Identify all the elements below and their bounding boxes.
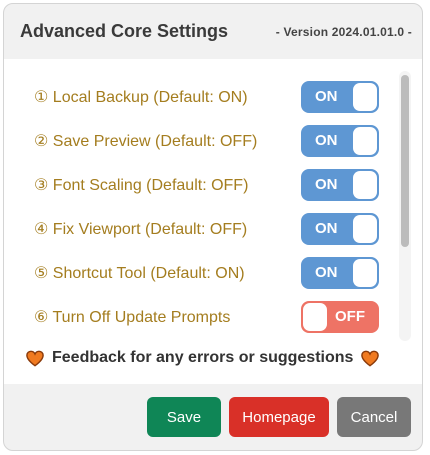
dialog-title: Advanced Core Settings xyxy=(20,21,229,41)
update-prompts-toggle[interactable]: OFF xyxy=(301,301,379,333)
scrollbar-thumb[interactable] xyxy=(401,75,409,247)
setting-label: ⑤ Shortcut Tool (Default: ON) xyxy=(34,265,245,282)
toggle-knob xyxy=(353,215,377,243)
local-backup-toggle[interactable]: ON xyxy=(301,81,379,113)
toggle-state-label: ON xyxy=(315,88,338,105)
setting-label: ⑥ Turn Off Update Prompts xyxy=(34,309,231,326)
toggle-state-label: ON xyxy=(315,264,338,281)
toggle-knob xyxy=(353,259,377,287)
save-button[interactable]: Save xyxy=(147,397,221,437)
toggle-knob xyxy=(303,303,327,331)
setting-row-fix-viewport: ④ Fix Viewport (Default: OFF) ON xyxy=(4,213,396,247)
toggle-state-label: ON xyxy=(315,176,338,193)
settings-dialog: Advanced Core Settings - Version 2024.01… xyxy=(3,3,423,451)
save-preview-toggle[interactable]: ON xyxy=(301,125,379,157)
font-scaling-toggle[interactable]: ON xyxy=(301,169,379,201)
heart-icon xyxy=(361,350,380,367)
dialog-footer: Save Homepage Cancel xyxy=(4,384,422,450)
feedback-line: Feedback for any errors or suggestions xyxy=(26,346,380,370)
toggle-knob xyxy=(353,171,377,199)
setting-label: ③ Font Scaling (Default: OFF) xyxy=(34,177,249,194)
homepage-button[interactable]: Homepage xyxy=(229,397,329,437)
setting-row-save-preview: ② Save Preview (Default: OFF) ON xyxy=(4,125,396,159)
settings-panel: ① Local Backup (Default: ON) ON ② Save P… xyxy=(4,59,422,384)
setting-row-shortcut-tool: ⑤ Shortcut Tool (Default: ON) ON xyxy=(4,257,396,291)
cancel-button[interactable]: Cancel xyxy=(337,397,411,437)
shortcut-tool-toggle[interactable]: ON xyxy=(301,257,379,289)
toggle-knob xyxy=(353,83,377,111)
setting-label: ① Local Backup (Default: ON) xyxy=(34,89,248,106)
scrollbar[interactable] xyxy=(399,71,411,341)
version-label: - Version 2024.01.01.0 - xyxy=(275,24,412,39)
setting-row-update-prompts: ⑥ Turn Off Update Prompts OFF xyxy=(4,301,396,335)
toggle-state-label: ON xyxy=(315,132,338,149)
setting-row-local-backup: ① Local Backup (Default: ON) ON xyxy=(4,81,396,115)
dialog-header: Advanced Core Settings - Version 2024.01… xyxy=(4,4,422,59)
setting-label: ② Save Preview (Default: OFF) xyxy=(34,133,258,150)
fix-viewport-toggle[interactable]: ON xyxy=(301,213,379,245)
toggle-state-label: ON xyxy=(315,220,338,237)
heart-icon xyxy=(26,350,44,367)
setting-row-font-scaling: ③ Font Scaling (Default: OFF) ON xyxy=(4,169,396,203)
setting-label: ④ Fix Viewport (Default: OFF) xyxy=(34,221,248,238)
toggle-state-label: OFF xyxy=(335,308,365,325)
toggle-knob xyxy=(353,127,377,155)
feedback-text: Feedback for any errors or suggestions xyxy=(52,349,354,366)
